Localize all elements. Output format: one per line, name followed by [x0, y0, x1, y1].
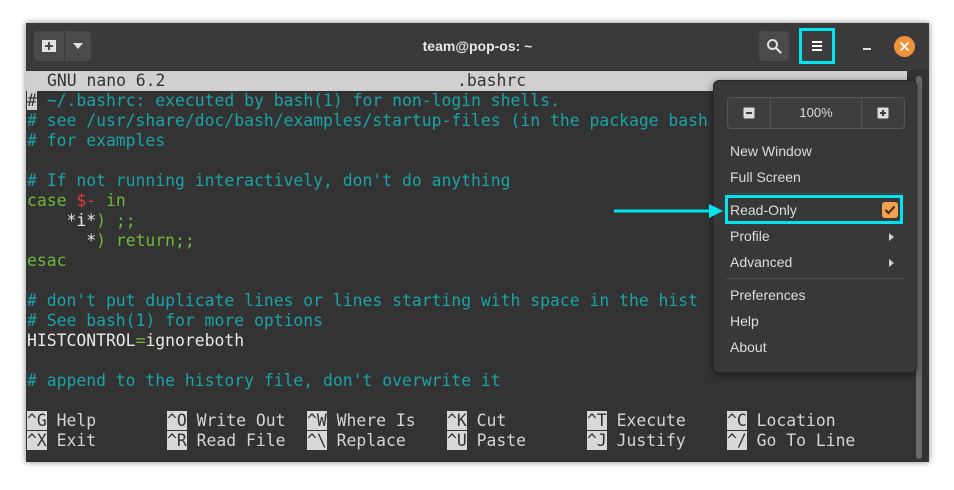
chevron-right-icon: [889, 259, 894, 267]
text-cursor: #: [27, 91, 37, 110]
menu-item-new-window[interactable]: New Window: [730, 140, 812, 162]
header-bar: team@pop-os: ~: [26, 23, 929, 70]
zoom-level: 100%: [799, 105, 833, 120]
code-line: case $- in: [27, 191, 126, 210]
shortcut-write-out: ^O Write Out: [167, 411, 286, 430]
minimize-icon: [863, 48, 871, 50]
close-button[interactable]: [894, 36, 915, 57]
zoom-in-icon: [877, 107, 889, 119]
shortcut-location: ^C Location: [727, 411, 836, 430]
nano-filename: .bashrc: [457, 71, 527, 90]
zoom-out-icon: [743, 107, 755, 119]
hamburger-menu-icon: [812, 41, 822, 51]
menu-item-advanced[interactable]: Advanced: [730, 251, 792, 273]
shortcut-where-is: ^W Where Is: [307, 411, 416, 430]
code-line: # append to the history file, don't over…: [27, 371, 501, 390]
callout-arrow-icon: [614, 204, 723, 218]
menu-item-full-screen[interactable]: Full Screen: [730, 166, 801, 188]
menu-separator: [726, 278, 904, 279]
shortcut-cut: ^K Cut: [447, 411, 507, 430]
shortcut-paste: ^U Paste: [447, 431, 526, 450]
menu-item-help[interactable]: Help: [730, 310, 759, 332]
code-line: # If not running interactively, don't do…: [27, 171, 511, 190]
read-only-highlight: [725, 195, 903, 224]
chevron-right-icon: [889, 233, 894, 241]
search-icon: [767, 39, 782, 54]
code-line: # see /usr/share/doc/bash/examples/start…: [27, 111, 708, 130]
shortcut-replace: ^\ Replace: [307, 431, 406, 450]
menu-item-about[interactable]: About: [730, 336, 767, 358]
window-title: team@pop-os: ~: [422, 38, 533, 54]
code-line: *i*) ;;: [66, 211, 136, 230]
code-line: # for examples: [27, 131, 166, 150]
code-line: esac: [27, 251, 67, 270]
shortcut-read-file: ^R Read File: [167, 431, 286, 450]
minimize-button[interactable]: [852, 31, 882, 61]
zoom-control: 100%: [727, 97, 905, 129]
menu-item-profile[interactable]: Profile: [730, 225, 770, 247]
code-line: # ~/.bashrc: executed by bash(1) for non…: [27, 91, 560, 110]
shortcut-execute: ^T Execute: [587, 411, 686, 430]
menu-item-preferences[interactable]: Preferences: [730, 284, 805, 306]
code-line: # See bash(1) for more options: [27, 311, 324, 330]
main-menu-popover: 100% New Window Full Screen Read-Only Pr…: [713, 80, 917, 373]
code-line: # don't put duplicate lines or lines sta…: [27, 291, 699, 310]
main-menu-button[interactable]: [799, 28, 835, 64]
shortcut-go-to-line: ^/ Go To Line: [727, 431, 856, 450]
nano-version: GNU nano 6.2: [47, 71, 166, 90]
search-button[interactable]: [759, 31, 789, 61]
menu-separator: [726, 193, 904, 194]
shortcut-justify: ^J Justify: [587, 431, 686, 450]
close-icon: [900, 42, 909, 51]
code-line: HISTCONTROL=ignoreboth: [27, 331, 245, 350]
code-line: *) return;;: [86, 231, 195, 250]
zoom-in-button[interactable]: [861, 98, 904, 128]
zoom-out-button[interactable]: [728, 98, 771, 128]
shortcut-exit: ^X Exit: [27, 431, 97, 450]
shortcut-help: ^G Help: [27, 411, 97, 430]
